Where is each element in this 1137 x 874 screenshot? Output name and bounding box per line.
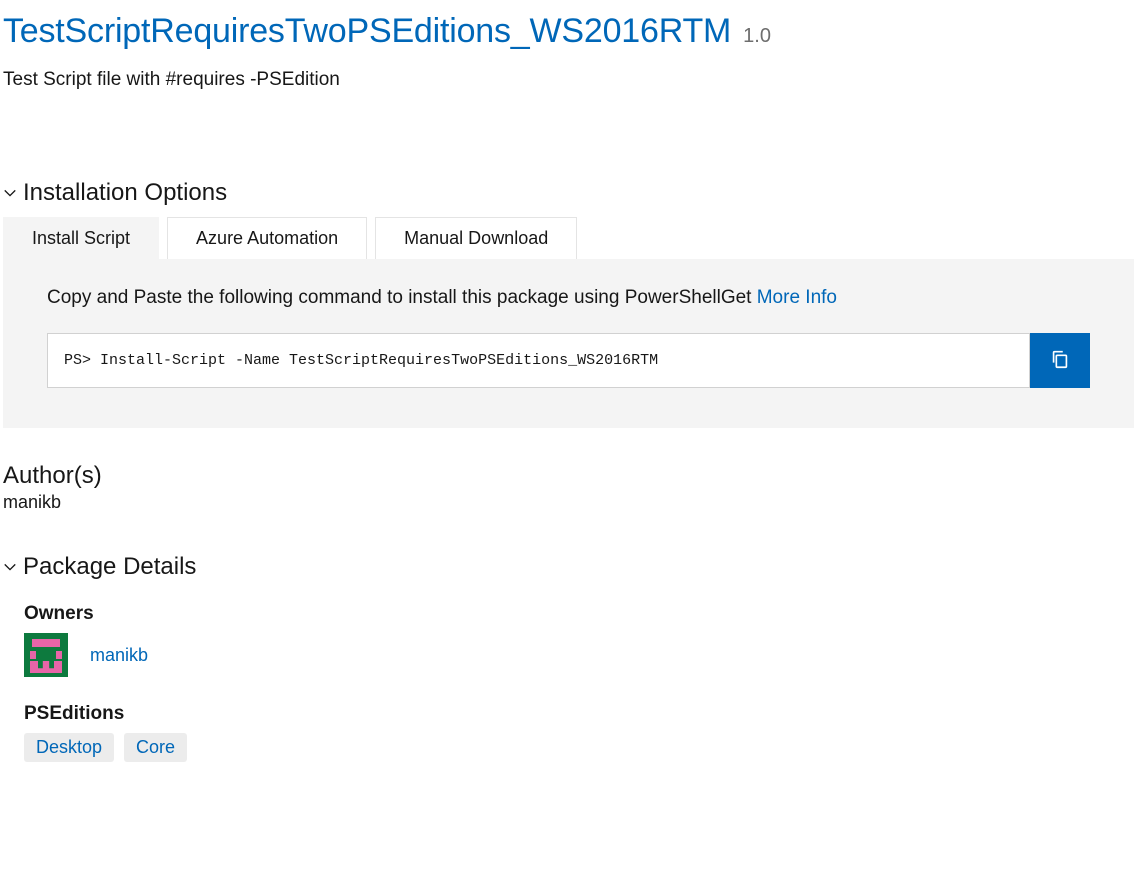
package-details-header[interactable]: Package Details [0,553,1137,581]
chevron-down-icon [3,560,17,574]
install-panel: Copy and Paste the following command to … [3,259,1134,428]
copy-button[interactable] [1030,333,1090,388]
tab-manual-download[interactable]: Manual Download [375,217,577,259]
installation-options-header[interactable]: Installation Options [0,179,1137,207]
tab-install-script[interactable]: Install Script [3,217,159,259]
more-info-link[interactable]: More Info [757,287,837,308]
pseditions-heading: PSEditions [24,703,1113,725]
package-title[interactable]: TestScriptRequiresTwoPSEditions_WS2016RT… [3,12,731,51]
tab-azure-automation[interactable]: Azure Automation [167,217,367,259]
package-details-label: Package Details [23,553,196,581]
install-instruction: Copy and Paste the following command to … [47,287,1090,309]
owner-avatar[interactable] [24,633,68,677]
install-command[interactable]: PS> Install-Script -Name TestScriptRequi… [47,333,1030,388]
owner-row: manikb [24,633,1113,677]
psedition-desktop-tag[interactable]: Desktop [24,733,114,762]
install-tabs: Install Script Azure Automation Manual D… [0,207,1137,259]
psedition-core-tag[interactable]: Core [124,733,187,762]
install-instruction-text: Copy and Paste the following command to … [47,287,757,308]
copy-icon [1049,348,1071,373]
chevron-down-icon [3,186,17,200]
owner-link[interactable]: manikb [90,645,148,666]
authors-value: manikb [3,492,1134,513]
authors-heading: Author(s) [3,462,1134,490]
package-version: 1.0 [743,25,771,48]
installation-options-label: Installation Options [23,179,227,207]
package-description: Test Script file with #requires -PSEditi… [0,51,1137,91]
owners-heading: Owners [24,603,1113,625]
